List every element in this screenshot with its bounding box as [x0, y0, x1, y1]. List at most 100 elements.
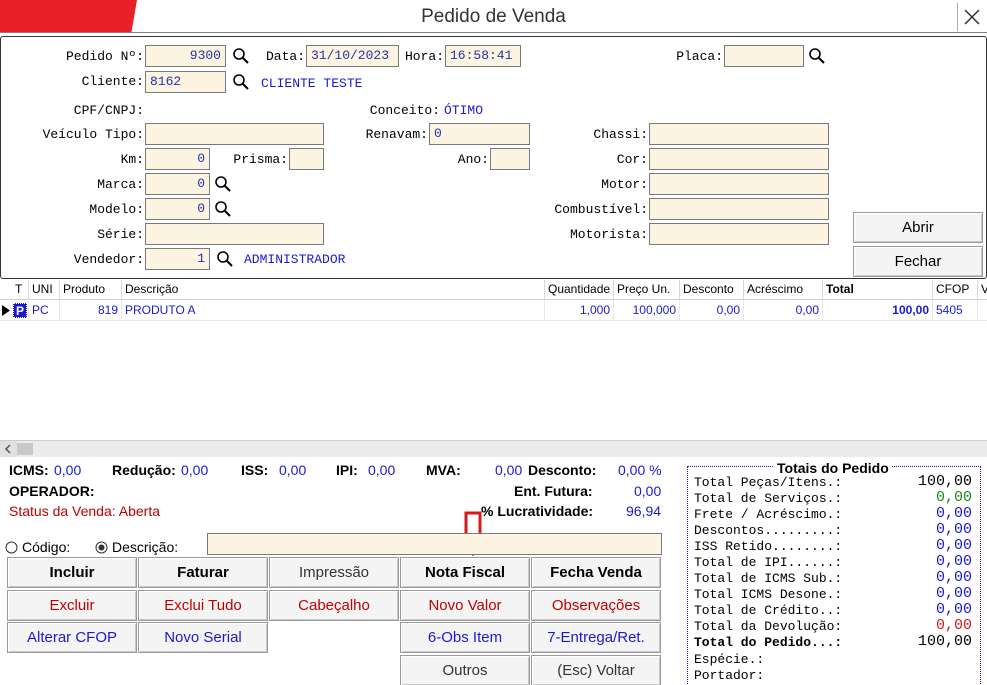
scroll-thumb[interactable] — [17, 443, 33, 455]
combustivel-field[interactable] — [649, 198, 829, 220]
faturar-button[interactable]: Faturar — [138, 557, 268, 588]
veiculo-label: Veículo Tipo: — [42, 127, 144, 142]
col-header-quantidade[interactable]: Quantidade — [545, 280, 614, 300]
search-icon[interactable] — [214, 175, 232, 193]
data-field[interactable]: 31/10/2023 — [306, 45, 399, 67]
col-header-cfop[interactable]: CFOP — [933, 280, 978, 300]
descricao-radio[interactable]: Descrição: — [95, 539, 178, 555]
veiculo-field[interactable] — [145, 123, 324, 145]
ipi-value: 0,00 — [368, 462, 396, 478]
search-icon[interactable] — [232, 73, 250, 91]
items-grid-header: T UNI Produto Descrição Quantidade Preço… — [0, 280, 987, 300]
cabecalho-button[interactable]: Cabeçalho — [269, 590, 399, 621]
row-cfop: 5405 — [933, 300, 978, 321]
col-header-uni[interactable]: UNI — [29, 280, 60, 300]
search-icon[interactable] — [214, 200, 232, 218]
marca-field[interactable]: 0 — [145, 173, 210, 195]
abrir-button[interactable]: Abrir — [853, 212, 983, 243]
fechar-button[interactable]: Fechar — [853, 246, 983, 277]
marca-label: Marca: — [97, 177, 144, 192]
hora-field[interactable]: 16:58:41 — [445, 45, 521, 67]
cor-field[interactable] — [649, 148, 829, 170]
novo-serial-button[interactable]: Novo Serial — [138, 622, 268, 653]
total-credito-label: Total de Crédito..: — [694, 603, 843, 618]
motor-label: Motor: — [601, 177, 648, 192]
horizontal-scrollbar[interactable] — [0, 440, 987, 457]
obs-item-button[interactable]: 6-Obs Item — [400, 622, 530, 653]
total-icms-desone-value: 0,00 — [935, 585, 972, 602]
descontos-label: Descontos.........: — [694, 523, 843, 538]
total-icms-desone-label: Total ICMS Desone.: — [694, 587, 843, 602]
placa-field[interactable] — [724, 45, 804, 67]
modelo-field[interactable]: 0 — [145, 198, 210, 220]
motor-field[interactable] — [649, 173, 829, 195]
pedido-label: Pedido Nº: — [65, 49, 144, 64]
total-pecas-value: 100,00 — [917, 473, 972, 490]
entfutura-label: Ent. Futura: — [514, 483, 593, 499]
total-ipi-value: 0,00 — [935, 553, 972, 570]
cliente-field[interactable]: 8162 — [145, 71, 226, 93]
novo-valor-button[interactable]: Novo Valor — [400, 590, 530, 621]
observacoes-button[interactable]: Observações — [531, 590, 661, 621]
motorista-label: Motorista: — [569, 227, 648, 242]
entrega-button[interactable]: 7-Entrega/Ret. — [531, 622, 661, 653]
col-header-total[interactable]: Total — [823, 280, 933, 300]
search-icon[interactable] — [216, 250, 234, 268]
vendedor-field[interactable]: 1 — [145, 248, 210, 270]
outros-button[interactable]: Outros — [400, 655, 530, 685]
incluir-button[interactable]: Incluir — [7, 557, 137, 588]
total-devolucao-label: Total da Devolução: — [694, 619, 843, 634]
km-label: Km: — [120, 152, 144, 167]
col-header-desconto[interactable]: Desconto — [680, 280, 744, 300]
km-field[interactable]: 0 — [145, 148, 210, 170]
excluir-button[interactable]: Excluir — [7, 590, 137, 621]
radio-selected-icon — [95, 541, 108, 553]
lucratividade-value: 96,94 — [626, 503, 662, 519]
col-header-preco[interactable]: Preço Un. — [614, 280, 680, 300]
modelo-label: Modelo: — [89, 202, 144, 217]
ano-field[interactable] — [490, 148, 530, 170]
desconto-label: Desconto: — [528, 462, 597, 478]
nota-fiscal-button[interactable]: Nota Fiscal — [400, 557, 530, 588]
row-type-badge: P — [13, 303, 27, 318]
col-header-produto[interactable]: Produto — [60, 280, 122, 300]
impressao-button[interactable]: Impressão — [269, 557, 399, 588]
entfutura-value: 0,00 — [634, 483, 662, 499]
alterar-cfop-button[interactable]: Alterar CFOP — [7, 622, 137, 653]
search-icon[interactable] — [808, 47, 826, 65]
chassi-label: Chassi: — [593, 127, 648, 142]
col-header-v[interactable]: V — [978, 280, 987, 300]
pedido-field[interactable]: 9300 — [145, 45, 226, 67]
renavam-field[interactable]: 0 — [429, 123, 530, 145]
chassi-field[interactable] — [649, 123, 829, 145]
table-row[interactable]: P PC 819 PRODUTO A 1,000 100,000 0,00 0,… — [0, 300, 987, 321]
scroll-left-button[interactable] — [0, 441, 17, 457]
frete-label: Frete / Acréscimo.: — [694, 507, 843, 522]
descontos-value: 0,00 — [935, 521, 972, 538]
col-header-acrescimo[interactable]: Acréscimo — [744, 280, 823, 300]
search-input[interactable] — [207, 533, 662, 555]
data-label: Data: — [265, 49, 305, 64]
total-icms-sub-label: Total de ICMS Sub.: — [694, 571, 843, 586]
row-uni: PC — [29, 300, 60, 321]
row-preco: 100,000 — [614, 300, 680, 321]
close-icon — [964, 9, 980, 25]
motorista-field[interactable] — [649, 223, 829, 245]
close-button[interactable] — [957, 3, 985, 31]
col-header-t[interactable]: T — [12, 280, 29, 300]
total-pedido-value: 100,00 — [917, 633, 972, 650]
lucratividade-label: % Lucratividade: — [481, 503, 594, 519]
exclui-tudo-button[interactable]: Exclui Tudo — [138, 590, 268, 621]
search-icon[interactable] — [232, 47, 250, 65]
prisma-field[interactable] — [289, 148, 324, 170]
icms-label: ICMS: — [9, 462, 49, 478]
fecha-venda-button[interactable]: Fecha Venda — [531, 557, 661, 588]
codigo-radio[interactable]: Código: — [5, 539, 70, 555]
col-header-descricao[interactable]: Descrição — [122, 280, 545, 300]
serie-field[interactable] — [145, 223, 324, 245]
row-produto: 819 — [60, 300, 122, 321]
iss-retido-value: 0,00 — [935, 537, 972, 554]
frete-value: 0,00 — [935, 505, 972, 522]
voltar-button[interactable]: (Esc) Voltar — [531, 655, 661, 685]
descricao-radio-label: Descrição: — [112, 539, 179, 555]
